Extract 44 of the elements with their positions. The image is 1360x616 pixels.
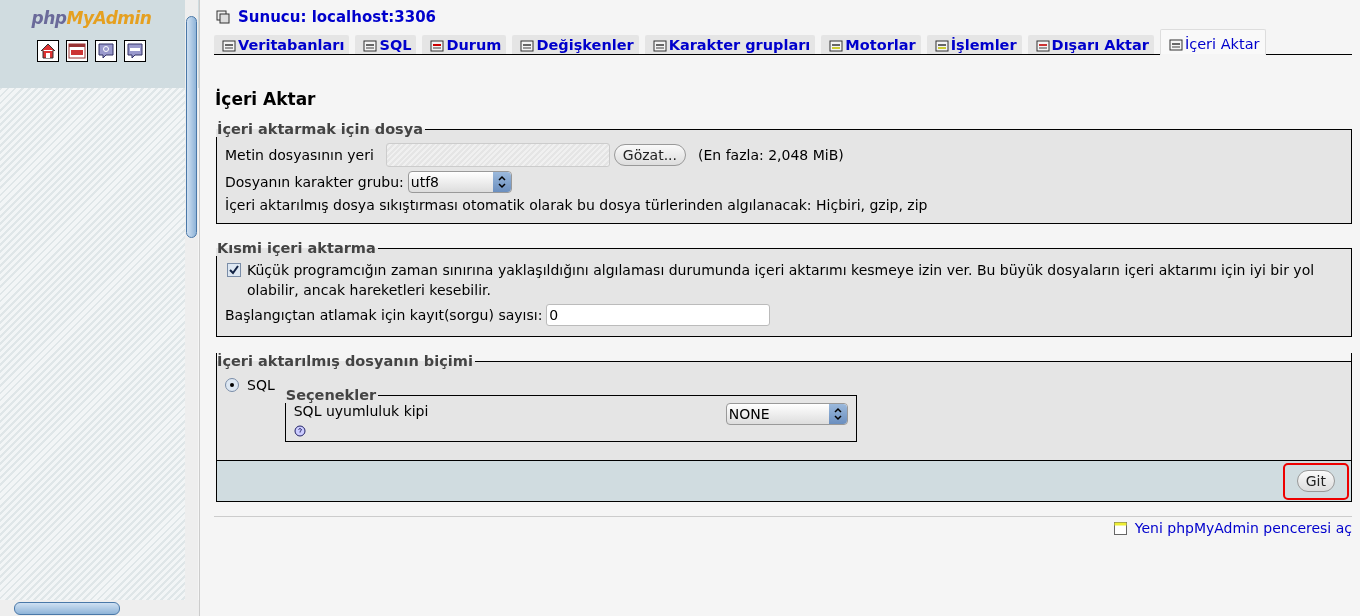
skip-count-field[interactable]: 0 (546, 304, 771, 326)
browse-button[interactable]: Gözat... (613, 144, 686, 166)
section-legend: Kısmi içeri aktarma (215, 240, 378, 256)
help-icon[interactable] (293, 425, 306, 437)
tab[interactable]: Dışarı Aktar (1027, 35, 1154, 54)
radio-label: SQL (247, 377, 275, 393)
go-button[interactable]: Git (1296, 469, 1335, 492)
section-legend: İçeri aktarmak için dosya (215, 121, 425, 137)
sql-bubble-icon[interactable] (124, 40, 146, 62)
sql-window-icon[interactable] (66, 40, 88, 62)
field-label: Metin dosyasının yeri (225, 147, 374, 163)
tab[interactable]: İşlemler (926, 35, 1022, 54)
tab[interactable]: İçeri Aktar (1159, 29, 1266, 55)
logo-text[interactable]: phpMyAdmin (31, 8, 152, 28)
compat-mode-select[interactable]: NONE (725, 403, 848, 425)
field-label: SQL uyumluluk kipi (293, 403, 429, 419)
server-link[interactable]: Sunucu: localhost:3306 (238, 8, 437, 26)
file-input-field[interactable] (385, 143, 610, 167)
server-icon (216, 10, 230, 24)
field-label: Başlangıçtan atlamak için kayıt(sorgu) sayısı: (225, 307, 543, 323)
section-legend: İçeri aktarılmış dosyanın biçimi (215, 353, 475, 369)
window-icon (1113, 521, 1127, 535)
tab[interactable]: Motorlar (821, 35, 921, 54)
tab[interactable]: Durum (422, 35, 507, 54)
home-icon[interactable] (37, 40, 59, 62)
vertical-scrollbar[interactable] (185, 0, 198, 600)
horizontal-scrollbar[interactable] (0, 600, 199, 616)
checkbox-label: Küçük programcığın zaman sınırına yaklaşıldığını algılaması durumunda içeri aktarımı kesmeye izin ver. Bu büyük dosyaların içeri aktarımı için iyi bir yol olabilir, ancak hareketleri kesebilir. (247, 261, 1316, 300)
radio-button[interactable] (225, 378, 239, 392)
up-down-arrows-icon (828, 404, 847, 424)
charset-select[interactable]: utf8 (407, 171, 512, 193)
field-label: Dosyanın karakter grubu: (225, 174, 404, 190)
tab[interactable]: Veritabanları (214, 35, 350, 54)
tab[interactable]: SQL (355, 35, 417, 54)
tab[interactable]: Değişkenler (512, 35, 639, 54)
max-size-text: (En fazla: 2,048 MiB) (698, 147, 844, 163)
new-window-link[interactable]: Yeni phpMyAdmin penceresi aç (1134, 520, 1352, 536)
up-down-arrows-icon (492, 172, 511, 192)
tab[interactable]: Karakter grupları (644, 35, 816, 54)
section-legend: Seçenekler (283, 387, 379, 403)
help-icon[interactable] (95, 40, 117, 62)
page-title: İçeri Aktar (215, 89, 317, 109)
checkbox[interactable] (227, 263, 241, 277)
compression-note: İçeri aktarılmış dosya sıkıştırması otomatik olarak bu dosya türlerinden algılanacak: Hiçbiri, gzip, zip (225, 197, 929, 213)
